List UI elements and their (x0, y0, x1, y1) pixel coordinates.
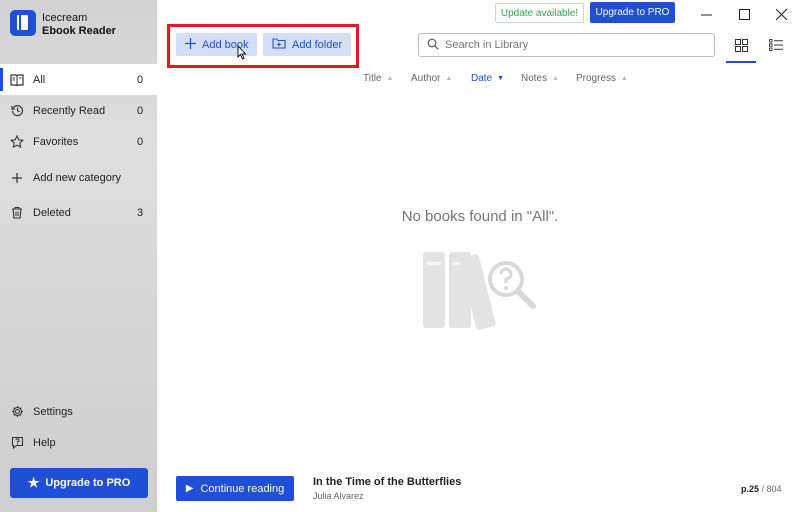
search-box[interactable] (418, 33, 715, 57)
sort-caret-icon: ▲ (552, 75, 560, 82)
page-progress: p.25 / 804 (741, 484, 782, 494)
column-header-notes[interactable]: Notes ▲ (521, 73, 559, 84)
column-label: Title (363, 73, 382, 84)
sidebar-item-count: 0 (137, 135, 144, 148)
grid-view-icon[interactable] (727, 33, 755, 57)
app-name-line1: Icecream (42, 12, 88, 24)
column-header-title[interactable]: Title ▲ (363, 73, 393, 84)
column-header-date[interactable]: Date ▼ (471, 73, 504, 84)
sort-caret-icon: ▲ (445, 75, 453, 82)
app-title: Icecream Ebook Reader (42, 12, 116, 38)
continue-label: Continue reading (200, 482, 285, 495)
sidebar-item-label: Help (33, 436, 56, 449)
sidebar-item-all[interactable]: All 0 (0, 64, 157, 95)
sidebar-item-label: All (33, 73, 46, 86)
star-filled-icon: ★ (27, 475, 40, 490)
current-book-title[interactable]: In the Time of the Butterflies (313, 476, 461, 488)
sidebar-item-add-category[interactable]: Add new category (0, 162, 157, 193)
add-folder-button[interactable]: Add folder (263, 33, 352, 56)
folder-add-icon (272, 37, 286, 52)
sort-caret-icon: ▲ (621, 75, 628, 82)
sidebar-item-count: 3 (137, 206, 144, 219)
help-icon (10, 436, 24, 450)
sidebar-item-label: Add new category (33, 171, 122, 184)
column-label: Progress (576, 73, 617, 84)
sort-caret-icon: ▲ (386, 75, 394, 82)
sidebar-item-count: 0 (137, 104, 144, 117)
book-open-icon (10, 73, 24, 87)
sidebar-item-help[interactable]: Help (0, 427, 157, 458)
minimize-icon[interactable] (694, 4, 718, 24)
page-total: / 804 (761, 484, 782, 494)
current-book-author: Julia Alvarez (313, 491, 364, 501)
sidebar-item-deleted[interactable]: Deleted 3 (0, 197, 157, 228)
sidebar-item-favorites[interactable]: Favorites 0 (0, 126, 157, 157)
column-label: Author (411, 73, 441, 84)
history-icon (10, 104, 24, 118)
close-icon[interactable] (769, 4, 793, 24)
upgrade-pro-top-button[interactable]: Upgrade to PRO (590, 2, 675, 23)
sidebar-item-label: Deleted (33, 206, 71, 219)
mouse-cursor-icon (237, 45, 247, 60)
app-logo-icon (10, 10, 36, 36)
play-icon: ▶ (185, 483, 194, 494)
gear-icon (10, 405, 24, 419)
sidebar-item-label: Settings (33, 405, 73, 418)
sidebar-item-count: 0 (137, 73, 144, 86)
sidebar: Icecream Ebook Reader All 0 Recently Rea… (0, 0, 157, 512)
app-name-line2: Ebook Reader (42, 25, 116, 37)
trash-icon (10, 206, 24, 220)
upgrade-label: Upgrade to PRO (45, 477, 131, 489)
column-header-author[interactable]: Author ▲ (411, 73, 452, 84)
active-view-indicator (726, 61, 756, 63)
search-input[interactable] (445, 39, 705, 51)
maximize-icon[interactable] (732, 4, 756, 24)
sidebar-item-recently-read[interactable]: Recently Read 0 (0, 95, 157, 126)
empty-state-message: No books found in "All". (401, 208, 559, 225)
update-available-button[interactable]: Update available! (495, 3, 584, 23)
star-icon (10, 135, 24, 149)
search-icon (427, 38, 439, 53)
sidebar-item-label: Recently Read (33, 104, 106, 117)
column-label: Date (471, 73, 493, 84)
add-folder-label: Add folder (292, 38, 343, 51)
upgrade-pro-sidebar-button[interactable]: ★ Upgrade to PRO (10, 468, 148, 498)
sidebar-item-settings[interactable]: Settings (0, 396, 157, 427)
column-label: Notes (521, 73, 548, 84)
list-view-icon[interactable] (762, 33, 790, 57)
plus-icon (185, 37, 196, 52)
sidebar-item-label: Favorites (33, 135, 79, 148)
continue-reading-button[interactable]: ▶ Continue reading (176, 476, 294, 501)
column-header-progress[interactable]: Progress ▲ (576, 73, 628, 84)
page-current: p.25 (741, 484, 760, 494)
empty-library-illustration-icon (423, 252, 536, 330)
plus-icon (10, 171, 24, 185)
sort-caret-down-icon: ▼ (497, 75, 505, 82)
